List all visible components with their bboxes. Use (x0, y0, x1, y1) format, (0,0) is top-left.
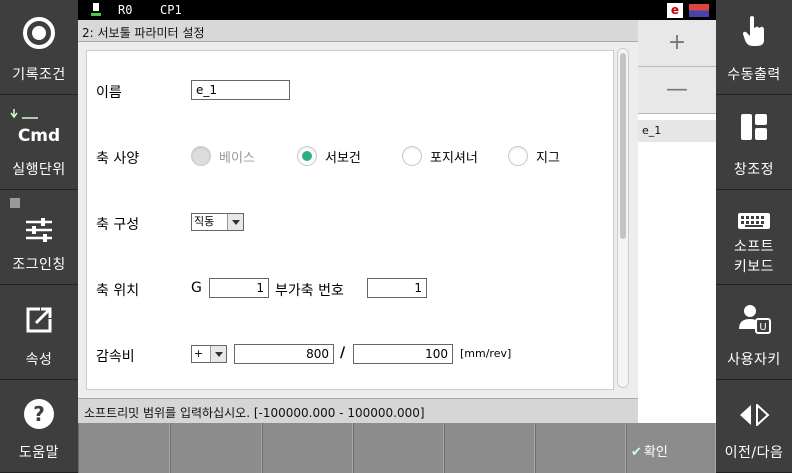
function-key-1[interactable] (78, 423, 170, 473)
robot-number: R0 (118, 3, 133, 17)
reduction-sign-value: + (194, 347, 204, 360)
cmd-text: Cmd (17, 126, 61, 146)
radio-servo-gun[interactable]: 서보건 (297, 146, 361, 166)
help-icon: ? (24, 399, 54, 429)
axis-position-label: 축 위치 (96, 283, 140, 299)
chevron-down-icon (227, 214, 243, 230)
radio-jig-label: 지그 (536, 150, 560, 166)
radio-servo-gun-label: 서보건 (325, 150, 361, 166)
reduction-numerator-input[interactable] (234, 344, 334, 364)
add-item-button[interactable]: + (638, 20, 716, 67)
teach-pendant-screen: 기록조건 Cmd 실행단위 조그인칭 속성 ? 도움말 R0 CP1 e 2: … (0, 0, 792, 473)
function-key-6[interactable] (535, 423, 626, 473)
function-key-5[interactable] (444, 423, 535, 473)
function-key-4[interactable] (353, 423, 444, 473)
radio-positioner-circle (402, 146, 422, 166)
status-topbar: R0 CP1 e (78, 0, 716, 20)
user-key-button[interactable]: U 사용자키 (716, 285, 792, 380)
record-circle-icon (23, 17, 55, 49)
function-key-3[interactable] (262, 423, 353, 473)
aux-axis-input[interactable] (367, 278, 427, 298)
radio-base-circle (191, 146, 211, 166)
edit-external-icon (26, 307, 52, 333)
record-condition-label: 기록조건 (12, 67, 66, 83)
list-item[interactable]: e_1 (638, 120, 716, 142)
right-menu: 수동출력 창조정 소프트 키보드 U 사용자키 이전/다음 (716, 0, 792, 473)
e-status-badge: e (667, 3, 683, 18)
axis-config-select[interactable]: 직동 (191, 213, 244, 231)
plus-icon: + (667, 30, 687, 55)
exec-unit-button[interactable]: Cmd 실행단위 (0, 95, 78, 190)
reduction-slash: / (340, 345, 346, 361)
form-panel (86, 50, 614, 390)
robot-icon (91, 3, 101, 16)
svg-text:U: U (759, 322, 766, 333)
status-message: 소프트리밋 범위를 입력하십시오. [-100000.000 - 100000.… (78, 398, 638, 423)
window-adjust-label: 창조정 (733, 162, 775, 178)
group-label: G (191, 280, 202, 296)
prev-next-label: 이전/다음 (724, 445, 784, 461)
reduction-sign-select[interactable]: + (191, 345, 227, 363)
radio-servo-gun-circle (297, 146, 317, 166)
soft-keyboard-label-2: 키보드 (733, 259, 775, 275)
svg-text:?: ? (33, 402, 45, 426)
function-key-2[interactable] (170, 423, 262, 473)
help-label: 도움말 (18, 445, 60, 461)
scrollbar-thumb[interactable] (620, 53, 626, 239)
axis-spec-label: 축 사양 (96, 151, 140, 167)
reduction-unit: [mm/rev] (460, 347, 512, 360)
confirm-content: ✔ 확인 (631, 441, 668, 460)
radio-jig[interactable]: 지그 (508, 146, 560, 166)
user-key-icon: U (739, 305, 771, 334)
keyboard-icon (738, 213, 770, 229)
program-name: CP1 (160, 3, 182, 17)
group-input[interactable] (209, 278, 269, 298)
jog-inching-label: 조그인칭 (12, 257, 66, 273)
name-label: 이름 (96, 85, 122, 101)
cmd-step-icon (10, 109, 38, 119)
axis-config-label: 축 구성 (96, 217, 140, 233)
prev-next-button[interactable]: 이전/다음 (716, 380, 792, 473)
window-layout-icon (741, 114, 767, 140)
jog-inching-button[interactable]: 조그인칭 (0, 190, 78, 285)
prev-next-icon (740, 404, 770, 426)
soft-keyboard-label-1: 소프트 (733, 239, 775, 255)
user-key-label: 사용자키 (727, 352, 781, 368)
soft-keyboard-button[interactable]: 소프트 키보드 (716, 190, 792, 285)
flag-icon (689, 4, 709, 17)
radio-positioner[interactable]: 포지셔너 (402, 146, 478, 166)
inching-indicator (10, 198, 20, 208)
sliders-icon (26, 218, 52, 242)
record-condition-button[interactable]: 기록조건 (0, 0, 78, 95)
reduction-ratio-label: 감속비 (96, 349, 135, 365)
dialog-title: 2: 서보툴 파라미터 설정 (78, 20, 638, 42)
function-key-bar: ✔ 확인 (78, 423, 716, 473)
properties-button[interactable]: 속성 (0, 285, 78, 380)
help-button[interactable]: ? 도움말 (0, 380, 78, 473)
aux-axis-label: 부가축 번호 (275, 283, 344, 299)
manual-output-label: 수동출력 (727, 67, 781, 83)
exec-unit-label: 실행단위 (12, 162, 66, 178)
window-adjust-button[interactable]: 창조정 (716, 95, 792, 190)
left-menu: 기록조건 Cmd 실행단위 조그인칭 속성 ? 도움말 (0, 0, 78, 473)
axis-config-value: 직동 (194, 215, 215, 228)
chevron-down-icon (210, 346, 226, 362)
confirm-button[interactable]: ✔ 확인 (626, 423, 716, 473)
axis-list-panel: + — e_1 (638, 20, 716, 423)
radio-base[interactable]: 베이스 (191, 146, 255, 166)
check-icon: ✔ (631, 445, 642, 460)
manual-output-button[interactable]: 수동출력 (716, 0, 792, 95)
remove-item-button[interactable]: — (638, 67, 716, 114)
radio-base-label: 베이스 (219, 150, 255, 166)
reduction-denominator-input[interactable] (353, 344, 453, 364)
name-input[interactable] (191, 80, 290, 100)
hand-pointer-icon (743, 16, 764, 46)
properties-label: 속성 (25, 352, 53, 368)
minus-icon: — (666, 77, 688, 102)
radio-jig-circle (508, 146, 528, 166)
form-scrollbar[interactable] (617, 48, 629, 388)
confirm-label: 확인 (643, 445, 668, 460)
radio-positioner-label: 포지셔너 (430, 150, 478, 166)
